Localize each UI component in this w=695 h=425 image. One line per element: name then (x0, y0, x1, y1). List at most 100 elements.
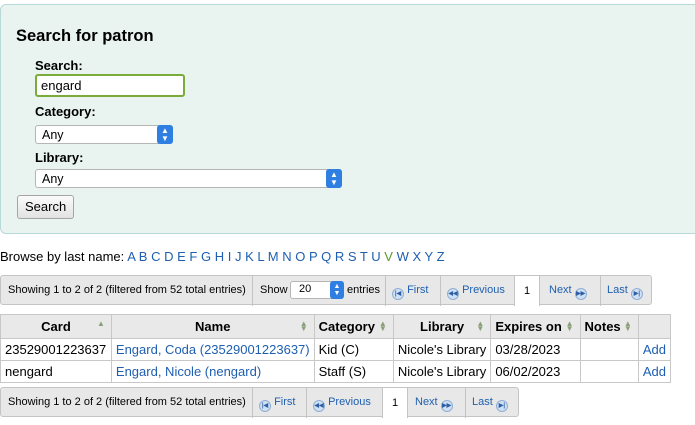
column-header-name[interactable]: Name ▲ ▼ (110, 314, 315, 339)
header-label: Expires on (495, 319, 562, 334)
search-button[interactable]: Search (17, 195, 75, 219)
header-label: Name (195, 319, 231, 334)
cell-card: 23529001223637 (0, 338, 112, 361)
last-label: Last (607, 284, 628, 296)
header-label: Library (420, 319, 465, 334)
cell-card: nengard (0, 360, 112, 383)
letter-link-o[interactable]: O (295, 249, 305, 264)
letter-link-t[interactable]: T (360, 249, 368, 264)
letter-link-g[interactable]: G (201, 249, 211, 264)
letter-link-h[interactable]: H (215, 249, 224, 264)
letter-link-r[interactable]: R (335, 249, 344, 264)
current-page: 1 (382, 388, 408, 418)
column-header-card[interactable]: Card ▲ (0, 314, 112, 339)
previous-page-icon: ◀◀ (313, 400, 325, 412)
browse-label: Browse by last name: (0, 249, 125, 264)
divider (306, 388, 307, 418)
last-page-link[interactable]: Last ▶| (607, 284, 643, 300)
letter-link-j[interactable]: J (235, 249, 242, 264)
letter-link-l[interactable]: L (257, 249, 264, 264)
sort-icon: ▲ ▼ (299, 319, 308, 333)
last-page-icon: ▶| (630, 288, 643, 300)
letter-link-w[interactable]: W (397, 249, 409, 264)
cell-expires: 06/02/2023 (490, 360, 581, 383)
next-page-icon: ▶▶ (574, 288, 587, 300)
previous-label: Previous (462, 284, 505, 296)
table-header-row: Card ▲ Name ▲ ▼ Category ▲ ▼ Library ▲ ▼ Expire… (0, 314, 672, 339)
column-header-notes[interactable]: Notes ▲ ▼ (579, 314, 639, 339)
next-label: Next (549, 284, 572, 296)
first-page-icon: |◀ (259, 400, 271, 412)
letter-link-u[interactable]: U (371, 249, 380, 264)
next-page-link[interactable]: Next ▶▶ (415, 396, 453, 412)
page-size-select[interactable]: 20 ▲ ▼ (290, 281, 344, 299)
sort-icon: ▲ ▼ (476, 319, 485, 333)
previous-page-link[interactable]: ◀◀ Previous (313, 396, 371, 412)
column-header-category[interactable]: Category ▲ ▼ (313, 314, 394, 339)
column-header-actions (637, 314, 672, 339)
letter-link-d[interactable]: D (164, 249, 173, 264)
letter-link-p[interactable]: P (309, 249, 317, 264)
column-header-library[interactable]: Library ▲ ▼ (392, 314, 492, 339)
divider (440, 276, 441, 306)
pager-info: Showing 1 to 2 of 2 (filtered from 52 to… (8, 284, 246, 296)
divider (385, 276, 386, 306)
search-panel: Search for patron Search: Category: Any … (0, 4, 695, 234)
header-label: Card (41, 319, 71, 334)
letter-links: A B C D E F G H I J K L M N O P Q R S T … (127, 249, 444, 264)
letter-link-k[interactable]: K (245, 249, 254, 264)
cell-name: Engard, Nicole (nengard) (110, 360, 315, 383)
letter-link-f[interactable]: F (189, 249, 197, 264)
divider (465, 388, 466, 418)
letter-link-c[interactable]: C (151, 249, 160, 264)
letter-link-z[interactable]: Z (437, 249, 445, 264)
letter-link-e[interactable]: E (177, 249, 186, 264)
library-label: Library: (35, 150, 84, 165)
first-page-link[interactable]: |◀ First (259, 396, 295, 412)
header-label: Category (318, 319, 375, 334)
letter-link-a[interactable]: A (127, 249, 135, 264)
last-page-link[interactable]: Last ▶| (472, 396, 508, 412)
column-header-expires[interactable]: Expires on ▲ ▼ (490, 314, 581, 339)
letter-link-x[interactable]: X (412, 249, 421, 264)
previous-page-link[interactable]: ◀◀ Previous (447, 284, 505, 300)
entries-label: entries (347, 284, 381, 296)
letter-link-y[interactable]: Y (425, 249, 433, 264)
first-page-icon: |◀ (392, 288, 404, 300)
first-page-link[interactable]: |◀ First (392, 284, 428, 300)
divider (600, 276, 601, 306)
next-page-link[interactable]: Next ▶▶ (549, 284, 587, 300)
letter-link-v[interactable]: V (384, 249, 393, 264)
category-label: Category: (35, 104, 96, 119)
cell-action: Add (637, 338, 672, 361)
add-patron-link[interactable]: Add (643, 364, 666, 379)
cell-name: Engard, Coda (23529001223637) (110, 338, 315, 361)
cell-expires: 03/28/2023 (490, 338, 581, 361)
page-size-value: 20 (299, 283, 312, 295)
chevron-updown-icon: ▲ ▼ (326, 169, 342, 188)
patron-link[interactable]: Engard, Coda (23529001223637) (116, 342, 310, 357)
cell-library: Nicole's Library (392, 338, 492, 361)
letter-link-i[interactable]: I (228, 249, 232, 264)
first-label: First (274, 396, 296, 408)
library-select[interactable]: Any ▲ ▼ (35, 169, 342, 188)
letter-link-s[interactable]: S (348, 249, 357, 264)
previous-page-icon: ◀◀ (447, 288, 459, 300)
next-label: Next (415, 396, 438, 408)
letter-link-m[interactable]: M (268, 249, 279, 264)
divider (252, 276, 253, 306)
panel-title: Search for patron (16, 27, 154, 45)
pager-info: Showing 1 to 2 of 2 (filtered from 52 to… (8, 396, 246, 408)
show-label: Show (260, 284, 288, 296)
letter-link-b[interactable]: B (139, 249, 148, 264)
add-patron-link[interactable]: Add (643, 342, 666, 357)
browse-by-lastname: Browse by last name: A B C D E F G H I J… (0, 249, 445, 264)
letter-link-n[interactable]: N (282, 249, 291, 264)
category-select[interactable]: Any ▲ ▼ (35, 125, 173, 144)
letter-link-q[interactable]: Q (321, 249, 331, 264)
chevron-updown-icon: ▲ ▼ (157, 125, 173, 144)
search-input[interactable] (35, 74, 185, 97)
patron-link[interactable]: Engard, Nicole (nengard) (116, 364, 261, 379)
cell-notes (579, 338, 639, 361)
divider (252, 388, 253, 418)
